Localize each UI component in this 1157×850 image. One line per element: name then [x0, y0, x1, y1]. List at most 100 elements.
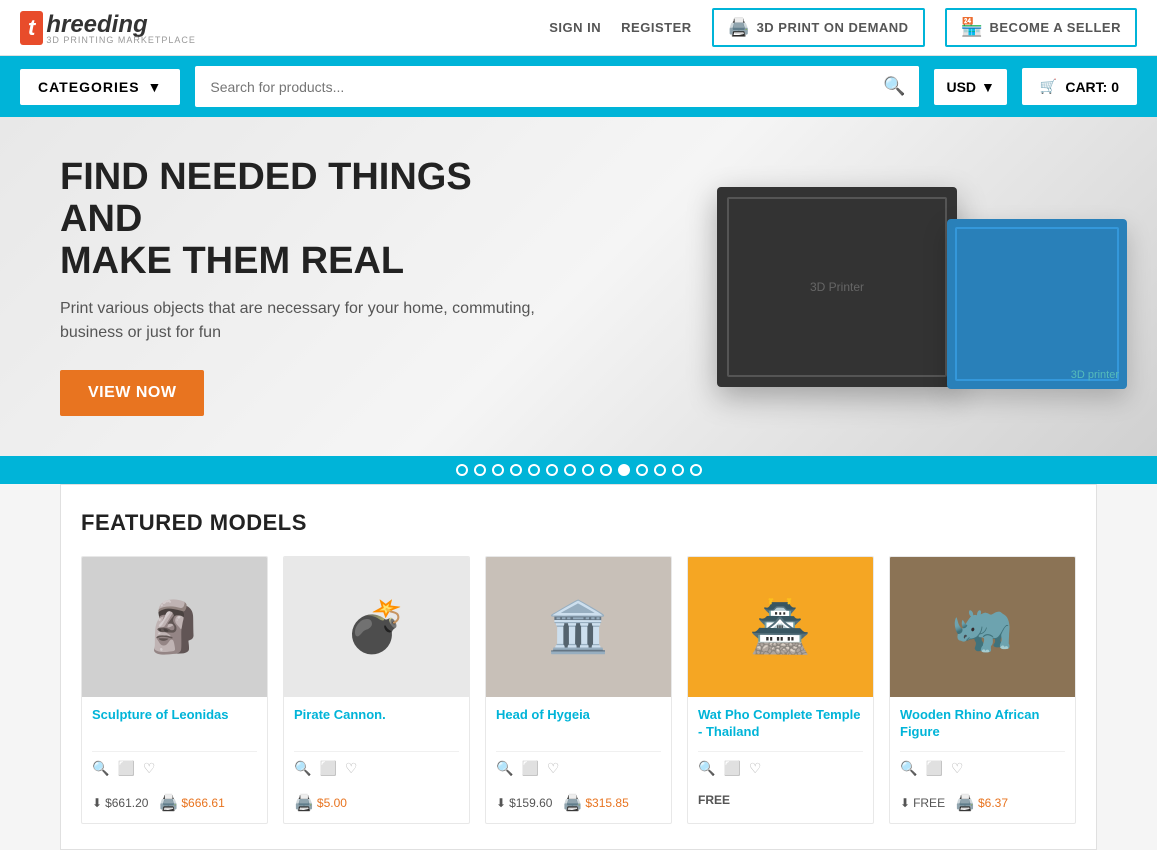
- carousel-dot-3[interactable]: [510, 464, 522, 476]
- hero-subtext: Print various objects that are necessary…: [60, 297, 560, 345]
- product-prices: ⬇ $159.60 🖨️ $315.85: [496, 793, 661, 813]
- products-grid: 🗿 Sculpture of Leonidas 🔍 ⬜ ♡ ⬇ $661.20 …: [81, 556, 1076, 824]
- product-image: 🏯: [688, 557, 873, 697]
- view-icon[interactable]: ⬜: [521, 760, 538, 777]
- categories-button[interactable]: CATEGORIES ▼: [20, 69, 180, 105]
- price-print: 🖨️ $5.00: [294, 793, 347, 813]
- carousel-dot-12[interactable]: [672, 464, 684, 476]
- chevron-down-icon: ▼: [148, 79, 163, 95]
- product-info: Wooden Rhino African Figure 🔍 ⬜ ♡ ⬇ FREE…: [890, 697, 1075, 823]
- carousel-dot-2[interactable]: [492, 464, 504, 476]
- carousel-dot-13[interactable]: [690, 464, 702, 476]
- carousel-dots: [0, 456, 1157, 484]
- product-card: 🏛️ Head of Hygeia 🔍 ⬜ ♡ ⬇ $159.60 🖨️ $31…: [485, 556, 672, 824]
- product-name[interactable]: Head of Hygeia: [496, 707, 661, 743]
- product-prices: ⬇ FREE 🖨️ $6.37: [900, 793, 1065, 813]
- view-now-button[interactable]: VIEW NOW: [60, 370, 204, 416]
- logo-subtitle: 3D PRINTING MARKETPLACE: [46, 35, 196, 45]
- carousel-dot-4[interactable]: [528, 464, 540, 476]
- hero-headline: FIND NEEDED THINGS AND MAKE THEM REAL: [60, 157, 560, 282]
- product-card: 💣 Pirate Cannon. 🔍 ⬜ ♡ 🖨️ $5.00: [283, 556, 470, 824]
- wishlist-icon[interactable]: ♡: [951, 760, 964, 777]
- product-actions: 🔍 ⬜ ♡: [496, 751, 661, 785]
- view-icon[interactable]: ⬜: [723, 760, 740, 777]
- cart-icon: 🛒: [1040, 78, 1057, 95]
- product-info: Wat Pho Complete Temple - Thailand 🔍 ⬜ ♡…: [688, 697, 873, 817]
- carousel-dot-0[interactable]: [456, 464, 468, 476]
- wishlist-icon[interactable]: ♡: [345, 760, 358, 777]
- main-navbar: CATEGORIES ▼ 🔍 USD ▼ 🛒 CART: 0: [0, 56, 1157, 117]
- wishlist-icon[interactable]: ♡: [749, 760, 762, 777]
- product-card: 🏯 Wat Pho Complete Temple - Thailand 🔍 ⬜…: [687, 556, 874, 824]
- view-icon[interactable]: ⬜: [117, 760, 134, 777]
- carousel-dot-9[interactable]: [618, 464, 630, 476]
- chevron-down-icon: ▼: [981, 79, 995, 95]
- product-prices: FREE: [698, 793, 863, 807]
- carousel-dot-1[interactable]: [474, 464, 486, 476]
- product-prices: ⬇ $661.20 🖨️ $666.61: [92, 793, 257, 813]
- zoom-icon[interactable]: 🔍: [698, 760, 715, 777]
- price-download: ⬇ $661.20: [92, 796, 148, 810]
- product-name[interactable]: Sculpture of Leonidas: [92, 707, 257, 743]
- hero-images: 3D Printer 3D printer: [557, 117, 1157, 456]
- dark-printer-image: 3D Printer: [717, 187, 957, 387]
- search-icon: 🔍: [883, 76, 905, 96]
- carousel-dot-7[interactable]: [582, 464, 594, 476]
- zoom-icon[interactable]: 🔍: [92, 760, 109, 777]
- view-icon[interactable]: ⬜: [925, 760, 942, 777]
- product-image: 🗿: [82, 557, 267, 697]
- download-icon: ⬇: [496, 796, 506, 810]
- printer-icon: 🖨️: [728, 17, 751, 38]
- search-input[interactable]: [195, 69, 869, 105]
- carousel-dot-6[interactable]: [564, 464, 576, 476]
- logo-icon: t: [20, 11, 43, 45]
- product-actions: 🔍 ⬜ ♡: [294, 751, 459, 785]
- product-actions: 🔍 ⬜ ♡: [698, 751, 863, 785]
- search-bar: 🔍: [195, 66, 919, 107]
- print-icon: 🖨️: [562, 793, 582, 813]
- product-name[interactable]: Wat Pho Complete Temple - Thailand: [698, 707, 863, 743]
- product-image: 🦏: [890, 557, 1075, 697]
- product-info: Pirate Cannon. 🔍 ⬜ ♡ 🖨️ $5.00: [284, 697, 469, 823]
- cart-button[interactable]: 🛒 CART: 0: [1022, 68, 1137, 105]
- price-print: 🖨️ $6.37: [955, 793, 1008, 813]
- zoom-icon[interactable]: 🔍: [294, 760, 311, 777]
- carousel-dot-8[interactable]: [600, 464, 612, 476]
- product-actions: 🔍 ⬜ ♡: [900, 751, 1065, 785]
- featured-models-section: FEATURED MODELS 🗿 Sculpture of Leonidas …: [60, 484, 1097, 850]
- seller-icon: 🏪: [961, 17, 984, 38]
- print-icon: 🖨️: [158, 793, 178, 813]
- zoom-icon[interactable]: 🔍: [900, 760, 917, 777]
- sign-in-link[interactable]: SIGN IN: [549, 20, 601, 35]
- product-image: 🏛️: [486, 557, 671, 697]
- hero-banner: FIND NEEDED THINGS AND MAKE THEM REAL Pr…: [0, 117, 1157, 456]
- search-button[interactable]: 🔍: [869, 66, 919, 107]
- product-name[interactable]: Pirate Cannon.: [294, 707, 459, 743]
- price-free: FREE: [698, 793, 730, 807]
- price-print: 🖨️ $666.61: [158, 793, 224, 813]
- print-on-demand-btn[interactable]: 🖨️ 3D PRINT ON DEMAND: [712, 8, 925, 47]
- carousel-dot-5[interactable]: [546, 464, 558, 476]
- carousel-dot-10[interactable]: [636, 464, 648, 476]
- carousel-dot-11[interactable]: [654, 464, 666, 476]
- zoom-icon[interactable]: 🔍: [496, 760, 513, 777]
- product-info: Head of Hygeia 🔍 ⬜ ♡ ⬇ $159.60 🖨️ $315.8…: [486, 697, 671, 823]
- price-print: 🖨️ $315.85: [562, 793, 628, 813]
- wishlist-icon[interactable]: ♡: [547, 760, 560, 777]
- wishlist-icon[interactable]: ♡: [143, 760, 156, 777]
- product-card: 🦏 Wooden Rhino African Figure 🔍 ⬜ ♡ ⬇ FR…: [889, 556, 1076, 824]
- view-icon[interactable]: ⬜: [319, 760, 336, 777]
- price-download: ⬇ $159.60: [496, 796, 552, 810]
- register-link[interactable]: REGISTER: [621, 20, 691, 35]
- price-download: ⬇ FREE: [900, 796, 945, 810]
- become-seller-btn[interactable]: 🏪 BECOME A SELLER: [945, 8, 1137, 47]
- logo-text: hreeding: [46, 11, 147, 38]
- logo[interactable]: t hreeding 3D PRINTING MARKETPLACE: [20, 11, 196, 45]
- product-name[interactable]: Wooden Rhino African Figure: [900, 707, 1065, 743]
- currency-selector[interactable]: USD ▼: [934, 69, 1006, 105]
- print-icon: 🖨️: [955, 793, 975, 813]
- featured-title: FEATURED MODELS: [81, 510, 1076, 536]
- product-prices: 🖨️ $5.00: [294, 793, 459, 813]
- download-icon: ⬇: [900, 796, 910, 810]
- product-info: Sculpture of Leonidas 🔍 ⬜ ♡ ⬇ $661.20 🖨️…: [82, 697, 267, 823]
